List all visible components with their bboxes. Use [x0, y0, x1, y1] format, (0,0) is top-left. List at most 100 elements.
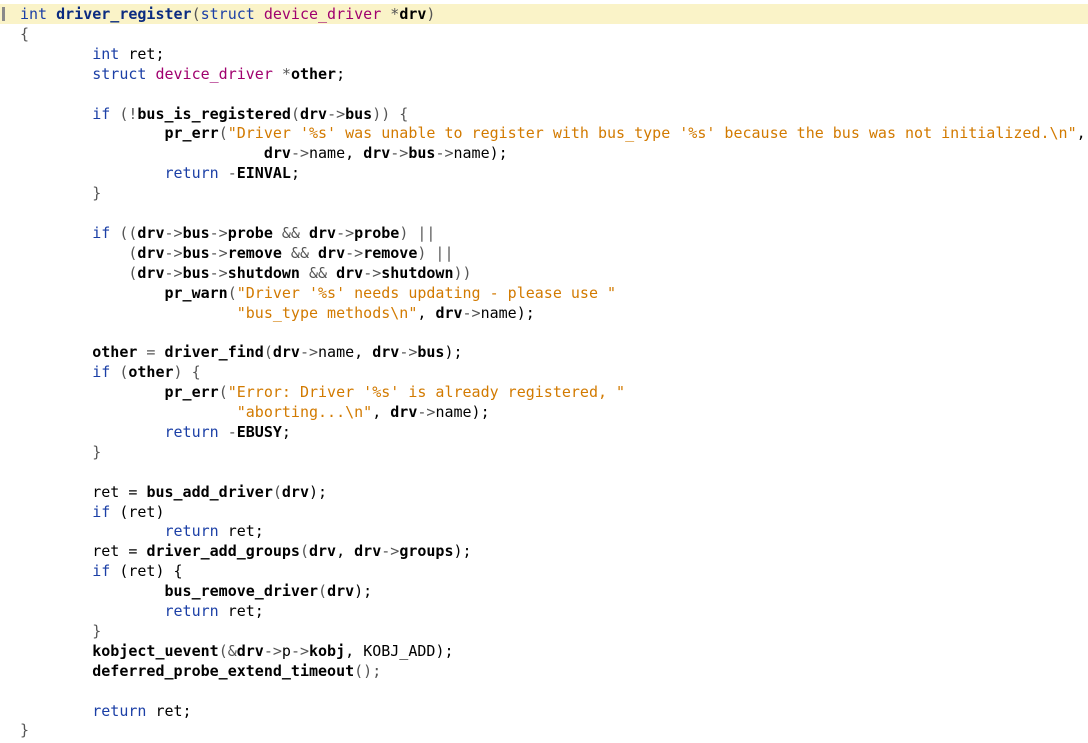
code-line[interactable]: other = driver_find(drv->name, drv->bus)… [0, 342, 1088, 362]
code-token: } [20, 721, 30, 740]
code-line[interactable]: bus_remove_driver(drv); [0, 581, 1088, 601]
code-text: if (ret) [20, 502, 165, 522]
code-line[interactable]: return ret; [0, 521, 1088, 541]
code-token: ret = [92, 542, 147, 561]
code-line[interactable] [0, 203, 1088, 223]
code-token: * [390, 5, 400, 23]
code-line[interactable]: ret = bus_add_driver(drv); [0, 482, 1088, 502]
code-line[interactable]: return -EBUSY; [0, 422, 1088, 442]
code-token: ( [318, 582, 328, 601]
code-line[interactable]: { [0, 24, 1088, 44]
code-line[interactable]: } [0, 720, 1088, 740]
code-token: (& [218, 641, 237, 660]
code-token: -> [299, 343, 319, 362]
code-token: (ret) [119, 502, 165, 521]
code-line[interactable]: if ((drv->bus->probe && drv->probe) || [0, 223, 1088, 243]
code-line[interactable] [0, 462, 1088, 482]
code-line[interactable]: int ret; [0, 44, 1088, 64]
code-line[interactable]: (drv->bus->remove && drv->remove) || [0, 243, 1088, 263]
code-line[interactable]: (drv->bus->shutdown && drv->shutdown)) [0, 263, 1088, 283]
code-text: if ((drv->bus->probe && drv->probe) || [20, 223, 435, 243]
code-token: struct [200, 5, 264, 23]
code-text: struct device_driver *other; [20, 64, 345, 84]
code-line[interactable]: if (ret) [0, 502, 1088, 522]
code-token: - [227, 164, 237, 183]
code-line[interactable]: drv->name, drv->bus->name); [0, 143, 1088, 163]
code-token: ( [218, 124, 228, 143]
code-token: "Driver '%s' was unable to register with… [227, 124, 1077, 143]
code-token: -> [417, 403, 436, 421]
code-editor[interactable]: int driver_register(struct device_driver… [0, 0, 1088, 743]
code-text: } [20, 720, 29, 740]
code-token: ; [336, 64, 346, 83]
code-token: -> [381, 542, 400, 561]
code-line[interactable]: "aborting...\n", drv->name); [0, 402, 1088, 422]
code-line[interactable]: pr_err("Error: Driver '%s' is already re… [0, 382, 1088, 402]
code-text: } [20, 442, 101, 462]
code-line[interactable]: deferred_probe_extend_timeout(); [0, 661, 1088, 681]
code-line[interactable] [0, 322, 1088, 342]
code-token: && [272, 223, 309, 242]
code-line[interactable]: ret = driver_add_groups(drv, drv->groups… [0, 541, 1088, 561]
cursor-marker [2, 7, 5, 21]
code-token: return [164, 602, 228, 620]
code-token: drv [399, 5, 427, 23]
code-text: (drv->bus->remove && drv->remove) || [20, 243, 454, 263]
code-line[interactable]: return ret; [0, 601, 1088, 621]
code-text: bus_remove_driver(drv); [20, 581, 373, 601]
code-text: return ret; [20, 601, 264, 621]
code-line[interactable]: pr_err("Driver '%s' was unable to regist… [0, 123, 1088, 143]
code-token: ) [426, 5, 436, 23]
code-token: ) { [173, 363, 201, 382]
code-token: ); [309, 482, 328, 501]
code-token: )) [453, 263, 472, 282]
code-line[interactable]: pr_warn("Driver '%s' needs updating - pl… [0, 283, 1088, 303]
code-line[interactable]: } [0, 621, 1088, 641]
code-text: return -EBUSY; [20, 422, 291, 442]
code-line[interactable]: } [0, 442, 1088, 462]
code-line[interactable] [0, 84, 1088, 104]
code-line[interactable]: if (ret) { [0, 561, 1088, 581]
code-token: -> [164, 243, 183, 262]
current-code-line[interactable]: int driver_register(struct device_driver… [0, 4, 1088, 24]
code-token: return [164, 422, 228, 441]
code-token: -> [399, 343, 418, 362]
code-text: { [20, 24, 29, 44]
code-line[interactable]: return ret; [0, 701, 1088, 721]
code-line[interactable]: if (!bus_is_registered(drv->bus)) { [0, 104, 1088, 124]
code-token: bus [182, 263, 210, 282]
code-token: "Driver '%s' needs updating - please use… [236, 283, 617, 302]
code-token: bus [408, 144, 436, 163]
code-token: drv [354, 542, 382, 561]
code-line[interactable]: if (other) { [0, 362, 1088, 382]
code-token: -> [209, 263, 228, 282]
code-token: drv [372, 343, 400, 362]
code-line[interactable]: kobject_uevent(&drv->p->kobj, KOBJ_ADD); [0, 641, 1088, 661]
code-line[interactable]: return -EINVAL; [0, 163, 1088, 183]
code-text: pr_err("Error: Driver '%s' is already re… [20, 382, 626, 402]
code-token: (( [119, 223, 138, 242]
code-text: drv->name, drv->bus->name); [20, 143, 508, 163]
code-line[interactable]: "bus_type methods\n", drv->name); [0, 303, 1088, 323]
code-token: kobj [309, 641, 346, 660]
code-line[interactable]: struct device_driver *other; [0, 64, 1088, 84]
code-token: -> [390, 144, 409, 163]
code-text: if (ret) { [20, 561, 182, 581]
code-token: ) || [417, 243, 454, 262]
code-token: if [92, 562, 120, 581]
code-token: ) || [399, 223, 436, 242]
code-line[interactable] [0, 681, 1088, 701]
code-token: drv [263, 144, 291, 163]
code-text: return ret; [20, 521, 264, 541]
code-line[interactable]: } [0, 183, 1088, 203]
code-token: bus [417, 343, 445, 362]
